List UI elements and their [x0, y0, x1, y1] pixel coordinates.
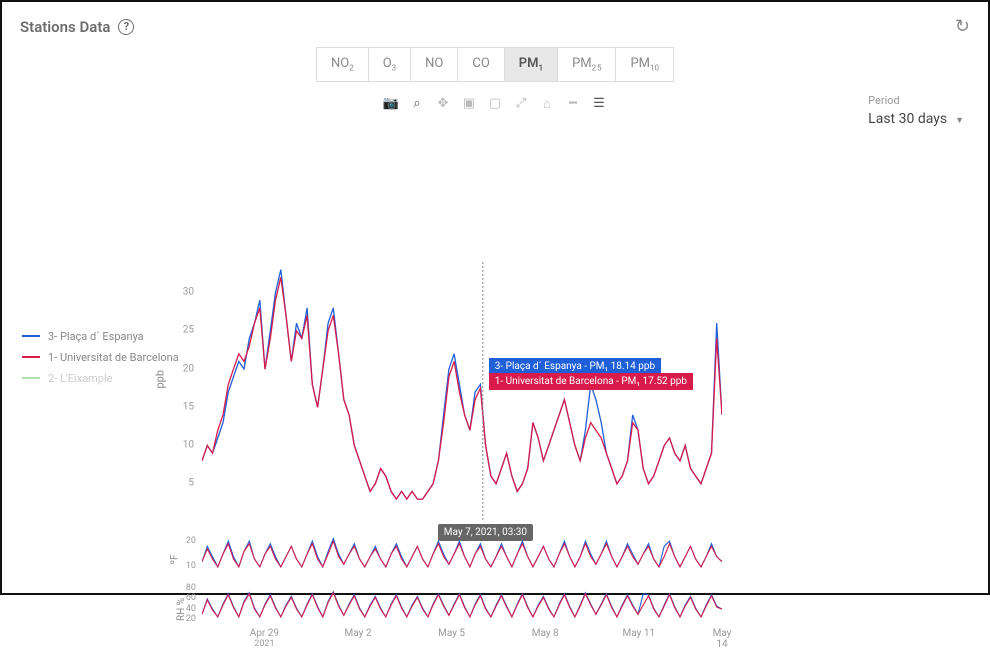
- y-tick: 10: [183, 440, 194, 451]
- zoom-out-icon[interactable]: ▢: [487, 96, 503, 112]
- spike-icon[interactable]: ━: [565, 96, 581, 112]
- y-tick: 20: [186, 614, 196, 624]
- autoscale-icon[interactable]: ⤢: [513, 96, 529, 112]
- sub-plot-ºF[interactable]: ºF1020: [202, 536, 722, 572]
- legend-swatch: [22, 356, 40, 358]
- y-tick: 80: [186, 583, 196, 593]
- period-label: Period: [868, 94, 964, 107]
- tab-PM10[interactable]: PM10: [615, 47, 674, 82]
- series-line: [202, 541, 722, 567]
- legend-swatch: [22, 335, 40, 337]
- pollutant-tabs: NO2O3NOCOPM1PM2 5PM10: [2, 47, 988, 82]
- legend-label: 1- Universitat de Barcelona: [48, 351, 179, 364]
- y-tick: 20: [186, 536, 196, 546]
- pan-icon[interactable]: ✥: [435, 96, 451, 112]
- series-tooltip: 1- Universitat de Barcelona - PM₁ 17.52 …: [489, 373, 693, 390]
- compare-icon[interactable]: ☰: [591, 96, 607, 112]
- home-icon[interactable]: ⌂: [539, 96, 555, 112]
- x-tick: May 11: [623, 628, 656, 639]
- zoom-icon[interactable]: ⌕: [409, 96, 425, 112]
- y-tick: 10: [186, 561, 196, 571]
- tab-CO[interactable]: CO: [457, 47, 503, 82]
- x-tick: May 5: [438, 628, 465, 639]
- zoom-in-icon[interactable]: ▣: [461, 96, 477, 112]
- legend-swatch: [22, 377, 40, 379]
- sub-plot-RH %[interactable]: RH %20406080: [202, 586, 722, 622]
- y-tick: 30: [183, 287, 194, 298]
- legend-item[interactable]: 3- Plaça d´ Espanya: [22, 330, 179, 343]
- legend-label: 2- L'Eixample: [48, 372, 113, 385]
- legend-item[interactable]: 1- Universitat de Barcelona: [22, 351, 179, 364]
- x-tick: May 8: [532, 628, 559, 639]
- tab-NO2[interactable]: NO2: [316, 47, 368, 82]
- x-tick: May 14: [713, 628, 732, 650]
- x-tick: Apr 292021: [250, 628, 279, 649]
- modebar: 📷 ⌕ ✥ ▣ ▢ ⤢ ⌂ ━ ☰: [2, 96, 988, 112]
- series-tooltip: 3- Plaça d´ Espanya - PM₁ 18.14 ppb: [489, 358, 661, 375]
- legend-label: 3- Plaça d´ Espanya: [48, 330, 144, 343]
- tab-PM2 5[interactable]: PM2 5: [557, 47, 615, 82]
- help-icon[interactable]: ?: [118, 19, 134, 35]
- x-axis: Apr 292021May 2May 5May 8May 11May 14: [202, 628, 722, 658]
- camera-icon[interactable]: 📷: [383, 96, 399, 112]
- x-year: 2021: [250, 639, 279, 649]
- x-tick: May 2: [345, 628, 372, 639]
- y-tick: 20: [183, 363, 194, 374]
- main-plot[interactable]: ppb 51015202530 3- Plaça d´ Espanya - PM…: [202, 262, 722, 522]
- refresh-icon[interactable]: ↻: [955, 16, 970, 37]
- chart-area[interactable]: ppb 51015202530 3- Plaça d´ Espanya - PM…: [202, 262, 722, 658]
- y-tick: 40: [186, 604, 196, 614]
- panel-title: Stations Data ?: [20, 18, 134, 36]
- y-axis: 5 10 15 20 25 30: [162, 262, 202, 522]
- y-tick: 5: [188, 478, 194, 489]
- tab-NO[interactable]: NO: [410, 47, 457, 82]
- title-text: Stations Data: [20, 18, 110, 36]
- series-line: [202, 592, 722, 616]
- tab-PM1[interactable]: PM1: [504, 47, 557, 82]
- y-tick: 25: [183, 325, 194, 336]
- tab-O3[interactable]: O3: [368, 47, 410, 82]
- y-tick: 15: [183, 401, 194, 412]
